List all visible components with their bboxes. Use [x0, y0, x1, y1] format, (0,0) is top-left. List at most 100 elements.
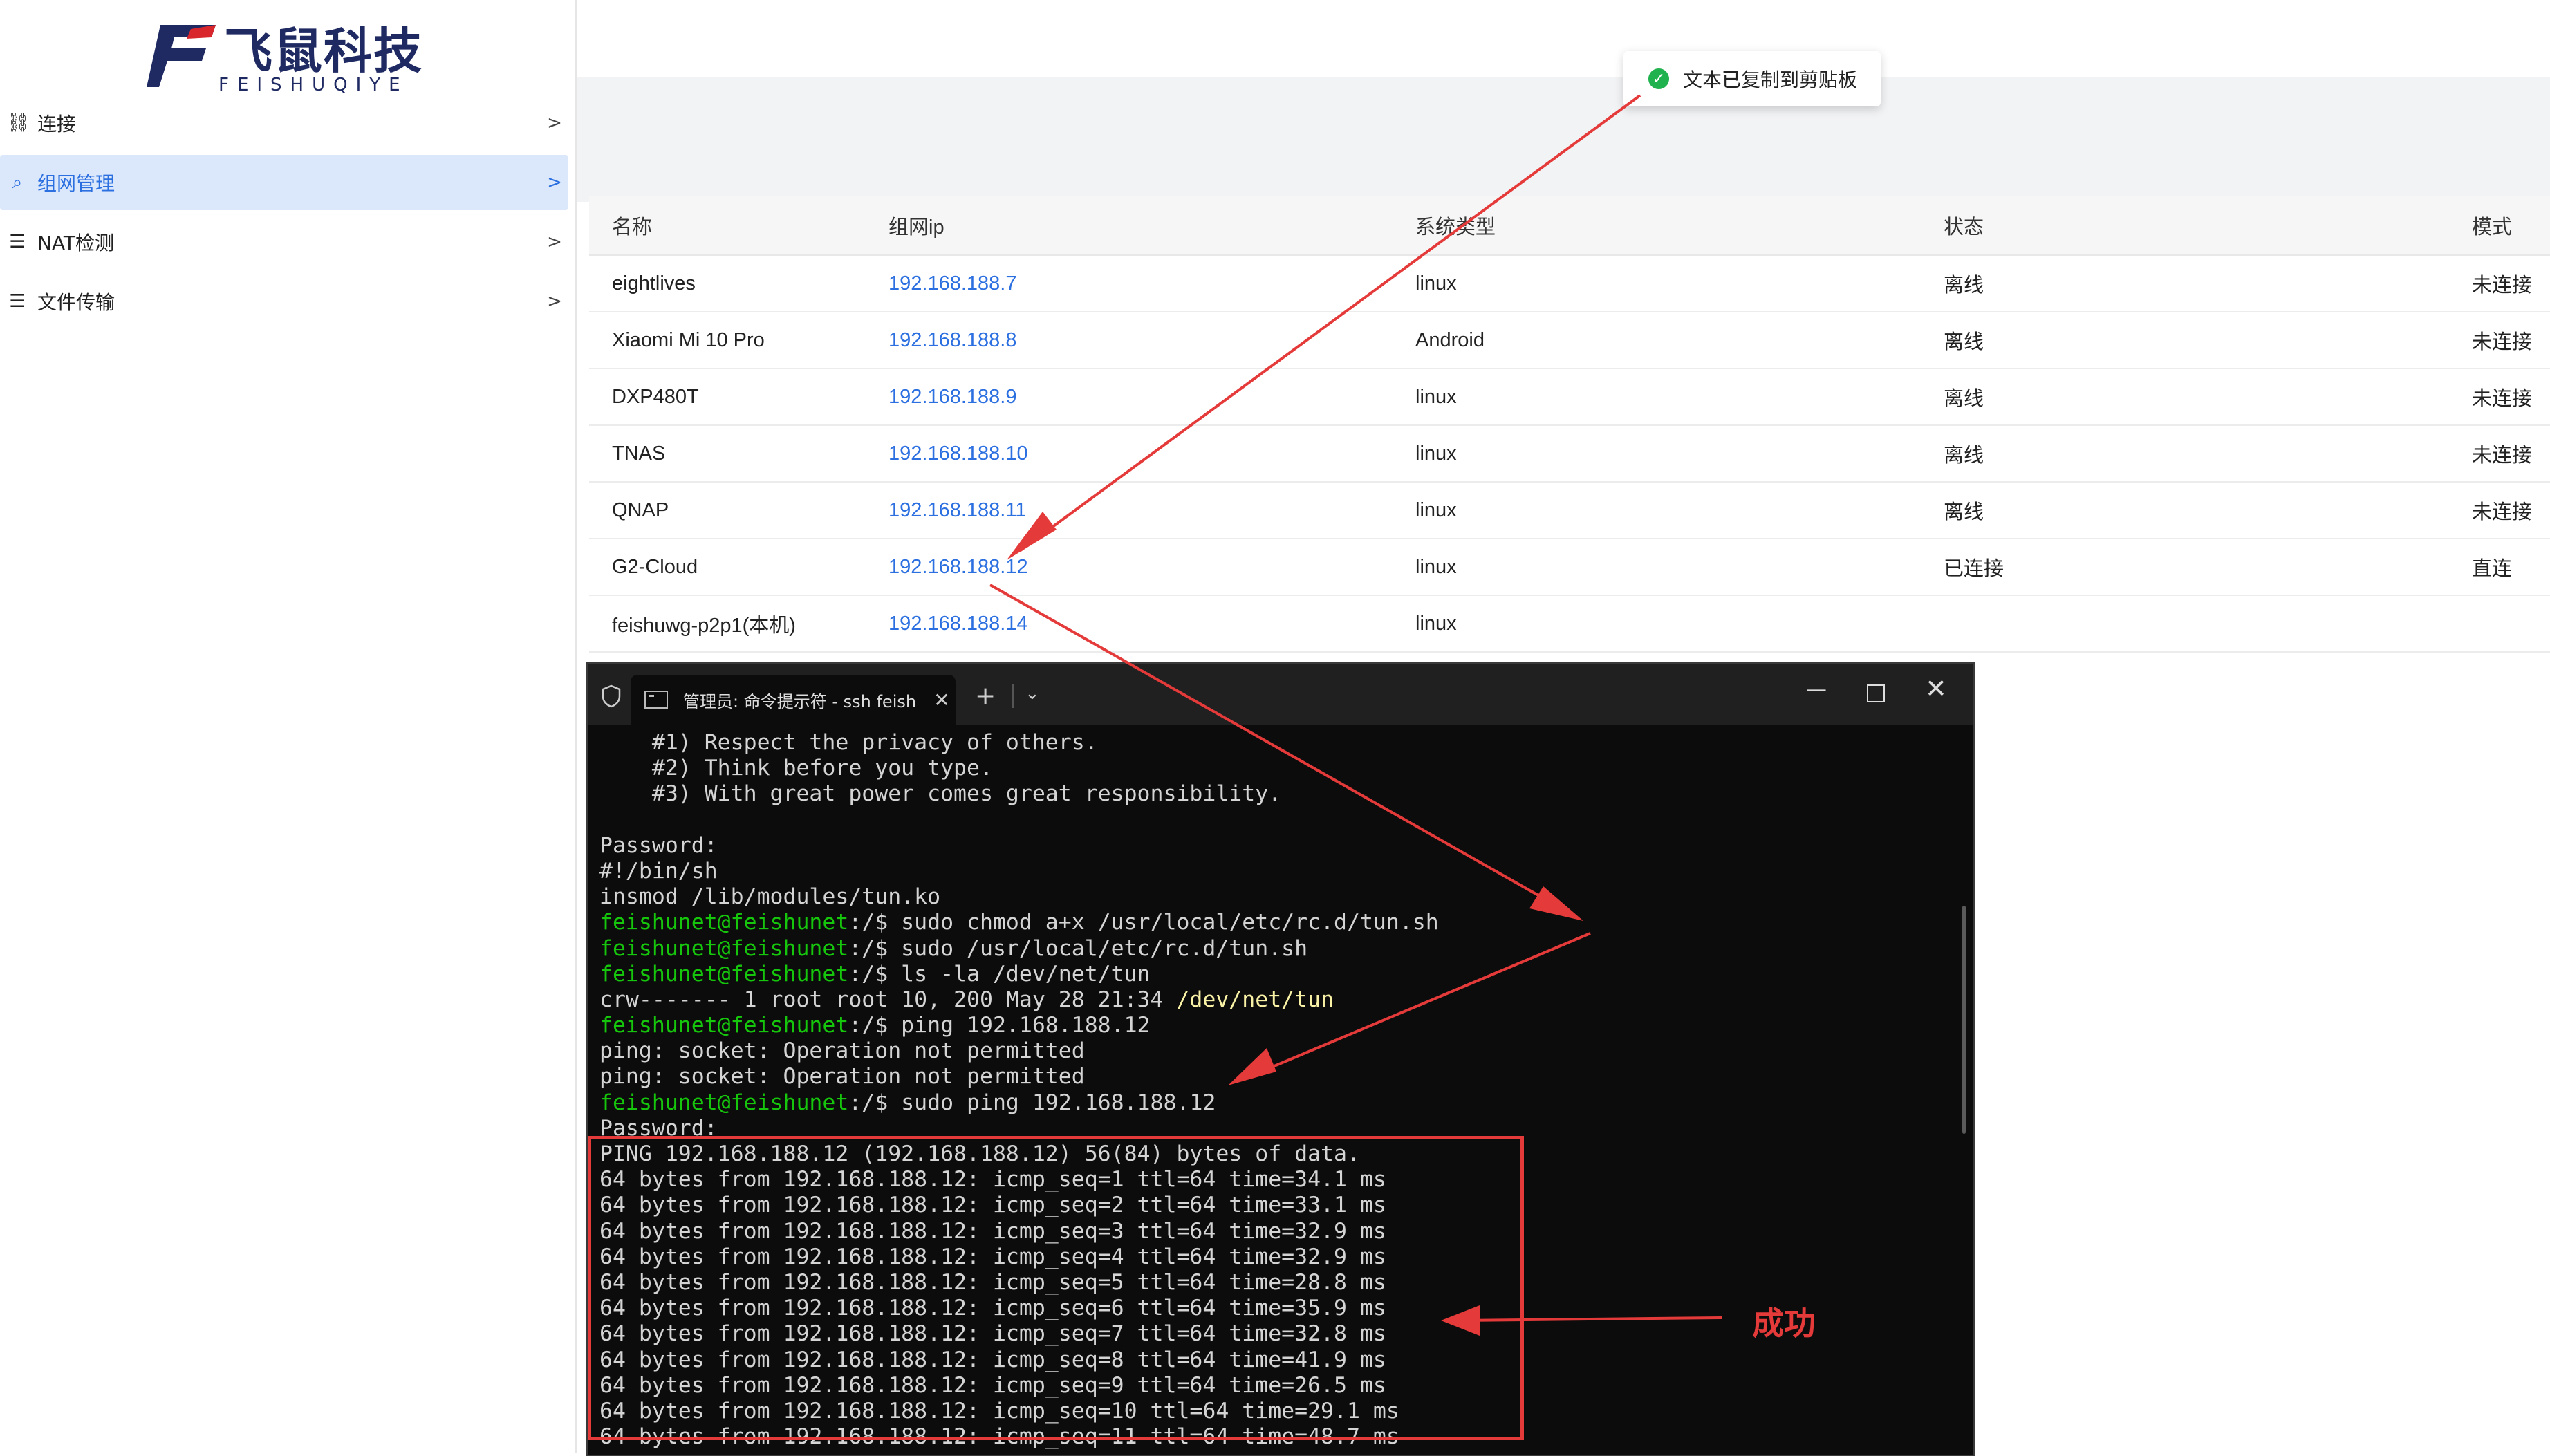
cell-mode [2472, 595, 2550, 653]
terminal-line: feishunet@feishunet:/$ sudo /usr/local/e… [599, 936, 1955, 962]
terminal-line: ping: socket: Operation not permitted [599, 1064, 1955, 1090]
terminal-line: #2) Think before you type. [599, 756, 1955, 781]
terminal-text: Password: [599, 832, 718, 858]
terminal-line: feishunet@feishunet:/$ ping 192.168.188.… [599, 1013, 1955, 1038]
terminal-line: feishunet@feishunet:/$ sudo ping 192.168… [599, 1090, 1955, 1116]
cell-ip[interactable]: 192.168.188.7 [888, 255, 1415, 312]
cell-status: 离线 [1944, 482, 2472, 539]
success-annotation-label: 成功 [1752, 1305, 1816, 1342]
cell-name: TNAS [589, 425, 888, 483]
table-row[interactable]: feishuwg-p2p1(本机) 192.168.188.14 linux [589, 595, 2550, 653]
terminal-text: :/$ sudo chmod a+x /usr/local/etc/rc.d/t… [848, 910, 1439, 935]
terminal-tab[interactable]: 管理员: 命令提示符 - ssh feish ✕ [631, 675, 956, 725]
terminal-text: insmod /lib/modules/tun.ko [599, 884, 941, 910]
menu-lines-icon: ☰ [9, 232, 26, 252]
brand-logo: 飞鼠科技 FEISHUQIYE [147, 12, 423, 95]
cell-name: Xiaomi Mi 10 Pro [589, 312, 888, 369]
sidebar-item-nat-detection[interactable]: ☰ NAT检测 > [0, 214, 568, 270]
cell-ip[interactable]: 192.168.188.12 [888, 539, 1415, 596]
cell-ip[interactable]: 192.168.188.8 [888, 312, 1415, 369]
terminal-text: :/$ ping 192.168.188.12 [848, 1013, 1151, 1038]
cell-name: eightlives [589, 255, 888, 312]
column-header-name[interactable]: 名称 [589, 196, 888, 256]
cell-os: linux [1415, 482, 1944, 539]
link-icon: ⛓ [7, 113, 30, 133]
menu-lines-icon: ☰ [9, 291, 26, 312]
cell-mode: 未连接 [2472, 312, 2550, 369]
cell-status: 离线 [1944, 312, 2472, 369]
cell-status: 已连接 [1944, 539, 2472, 596]
cell-mode: 未连接 [2472, 425, 2550, 483]
column-header-status[interactable]: 状态 [1944, 196, 2472, 256]
cell-status: 离线 [1944, 368, 2472, 426]
terminal-line: crw------- 1 root root 10, 200 May 28 21… [599, 987, 1955, 1013]
terminal-line: Password: [599, 833, 1955, 859]
toast-message: 文本已复制到剪贴板 [1683, 68, 1858, 91]
cell-os: linux [1415, 425, 1944, 483]
table-row[interactable]: eightlives 192.168.188.7 linux 离线 未连接 [589, 255, 2550, 312]
terminal-text: #2) Think before you type. [599, 756, 993, 781]
cell-ip[interactable]: 192.168.188.9 [888, 368, 1415, 426]
terminal-line: insmod /lib/modules/tun.ko [599, 884, 1955, 910]
cell-os: linux [1415, 255, 1944, 312]
column-header-os[interactable]: 系统类型 [1415, 196, 1944, 256]
minimize-button[interactable]: — [1806, 678, 1827, 702]
terminal-line: #1) Respect the privacy of others. [599, 730, 1955, 756]
content-header-band [577, 77, 2550, 202]
table-row[interactable]: TNAS 192.168.188.10 linux 离线 未连接 [589, 425, 2550, 483]
terminal-titlebar[interactable]: 管理员: 命令提示符 - ssh feish ✕ + ⌄ — ✕ [588, 664, 1973, 725]
tab-separator [1012, 684, 1014, 708]
chevron-right-icon: > [547, 113, 562, 133]
sidebar-item-file-transfer[interactable]: ☰ 文件传输 > [0, 274, 568, 329]
sidebar-item-connect[interactable]: ⛓ 连接 > [0, 95, 568, 151]
cell-status [1944, 595, 2472, 653]
maximize-button[interactable] [1867, 684, 1885, 702]
chevron-right-icon: > [547, 291, 562, 312]
ping-success-highlight-box [588, 1136, 1524, 1440]
sidebar-item-label: 连接 [37, 113, 77, 136]
terminal-scrollbar[interactable] [1962, 906, 1966, 1134]
shell-prompt: feishunet@feishunet [599, 935, 849, 961]
cell-os: linux [1415, 595, 1944, 653]
table-row[interactable]: DXP480T 192.168.188.9 linux 离线 未连接 [589, 368, 2550, 426]
new-tab-button[interactable]: + [975, 682, 996, 710]
column-header-mode[interactable]: 模式 [2472, 196, 2550, 256]
chevron-right-icon: > [547, 172, 562, 193]
terminal-text: :/$ sudo /usr/local/etc/rc.d/tun.sh [848, 935, 1308, 961]
sidebar-item-label: 文件传输 [37, 291, 115, 314]
device-table-container: 名称 组网ip 系统类型 状态 模式 eightlives 192.168.188… [589, 196, 2550, 653]
terminal-text: /dev/net/tun [1176, 987, 1334, 1012]
table-row[interactable]: Xiaomi Mi 10 Pro 192.168.188.8 Android 离线 未连… [589, 312, 2550, 369]
cell-ip[interactable]: 192.168.188.14 [888, 595, 1415, 653]
terminal-text: #3) With great power comes great respons… [599, 781, 1282, 807]
cell-os: Android [1415, 312, 1944, 369]
window-close-button[interactable]: ✕ [1925, 673, 1947, 704]
terminal-line: #3) With great power comes great respons… [599, 781, 1955, 807]
table-row[interactable]: QNAP 192.168.188.11 linux 离线 未连接 [589, 482, 2550, 539]
terminal-text: #1) Respect the privacy of others. [599, 730, 1098, 755]
terminal-text: :/$ sudo ping 192.168.188.12 [848, 1090, 1216, 1115]
table-row[interactable]: G2-Cloud 192.168.188.12 linux 已连接 直连 [589, 539, 2550, 596]
sidebar-item-label: NAT检测 [37, 232, 115, 254]
search-list-icon: ⌕ [12, 171, 23, 193]
terminal-text: :/$ ls -la /dev/net/tun [848, 961, 1151, 987]
tab-dropdown-button[interactable]: ⌄ [1025, 683, 1040, 704]
device-table: 名称 组网ip 系统类型 状态 模式 eightlives 192.168.188… [589, 196, 2550, 653]
copy-toast: ✓ 文本已复制到剪贴板 [1623, 51, 1881, 106]
cell-name: feishuwg-p2p1(本机) [589, 595, 888, 653]
sidebar-item-label: 组网管理 [37, 172, 115, 195]
cell-ip[interactable]: 192.168.188.11 [888, 482, 1415, 539]
terminal-line: feishunet@feishunet:/$ sudo chmod a+x /u… [599, 910, 1955, 935]
table-header-row: 名称 组网ip 系统类型 状态 模式 [589, 196, 2550, 256]
sidebar-item-network-management[interactable]: ⌕ 组网管理 > [0, 155, 568, 210]
cell-os: linux [1415, 539, 1944, 596]
terminal-text: #!/bin/sh [599, 858, 718, 884]
terminal-icon [644, 691, 668, 709]
cell-ip[interactable]: 192.168.188.10 [888, 425, 1415, 483]
top-bar [577, 0, 2550, 77]
terminal-line: #!/bin/sh [599, 859, 1955, 884]
tab-close-button[interactable]: ✕ [928, 689, 956, 711]
column-header-ip[interactable]: 组网ip [888, 196, 1415, 256]
cell-name: DXP480T [589, 368, 888, 426]
